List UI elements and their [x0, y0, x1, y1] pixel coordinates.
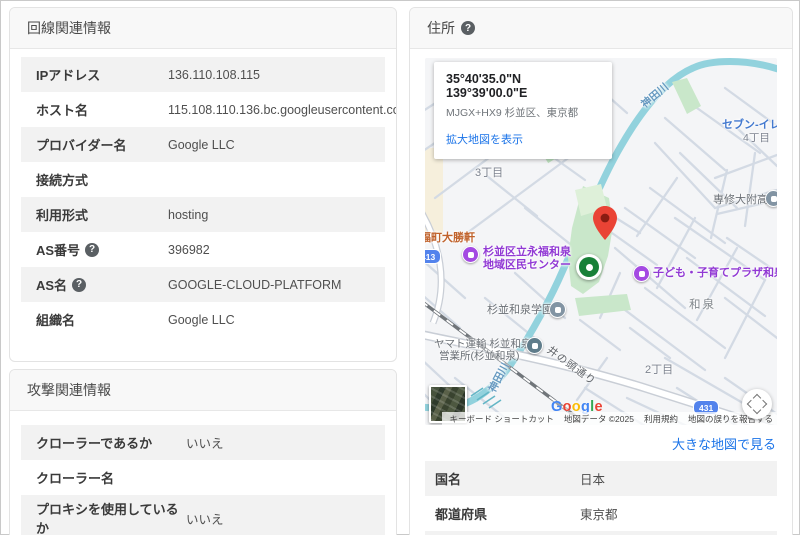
red-map-pin[interactable] [593, 206, 617, 240]
attack-info-title: 攻撃関連情報 [27, 382, 111, 398]
map-data-text: 地図データ ©2025 [563, 413, 634, 424]
address-table: 国名 日本 都道府県 東京都 [425, 461, 777, 535]
map-pan-control[interactable] [742, 389, 772, 419]
row-label: 組織名 [36, 313, 76, 328]
map-label-taishoken: 永福町大勝軒 [425, 232, 475, 244]
yamato-poi-icon[interactable] [526, 337, 543, 354]
table-row: 都道府県 東京都 [425, 496, 777, 531]
table-row: クローラーであるか いいえ [21, 425, 385, 460]
table-row: 接続方式 [21, 162, 385, 197]
school-poi-icon[interactable] [765, 190, 777, 207]
civic-center-poi-icon[interactable] [462, 246, 479, 263]
table-row: 国名 日本 [425, 461, 777, 496]
table-row: 組織名 Google LLC [21, 302, 385, 337]
row-value: GOOGLE-CLOUD-PLATFORM [168, 277, 342, 292]
row-value: Google LLC [168, 312, 235, 327]
green-park-marker[interactable] [576, 254, 602, 280]
map-label-civic-center-1: 杉並区立永福和泉 [483, 246, 571, 258]
address-card: 住所 ? 神田川 セブン-イ 4丁目 3丁目 専修大附高 町大勝軒 杉並区立永福… [409, 7, 793, 535]
keyboard-shortcuts-link[interactable]: キーボード ショートカット [450, 413, 554, 425]
right-column: 住所 ? 神田川 セブン-イ 4丁目 3丁目 専修大附高 町大勝軒 杉並区立永福… [409, 7, 793, 535]
row-value: 115.108.110.136.bc.googleusercontent.com [168, 102, 397, 117]
map-label-yamato-2: 営業所(杉並和泉) [439, 350, 520, 362]
map-label-2chome: 2丁目 [645, 364, 674, 376]
plus-code-text: MJGX+HX9 杉並区、東京都 [446, 107, 579, 119]
map-label-izumi-gakuen: 杉並和泉学園 [487, 304, 553, 316]
line-info-card: 回線関連情報 IPアドレス 136.110.108.115 ホスト名 115.1… [9, 7, 397, 362]
view-larger-map-link[interactable]: 大きな地図で見る [426, 434, 776, 453]
attack-info-body: クローラーであるか いいえ クローラー名 プロキシを使用しているか いいえ [10, 411, 396, 535]
row-label: IPアドレス [36, 68, 101, 83]
line-info-body: IPアドレス 136.110.108.115 ホスト名 115.108.110.… [10, 49, 396, 361]
line-info-title: 回線関連情報 [27, 20, 111, 36]
row-value: 136.110.108.115 [168, 67, 260, 82]
table-row: IPアドレス 136.110.108.115 [21, 57, 385, 92]
row-label: クローラー名 [36, 471, 115, 486]
table-row [425, 531, 777, 535]
pan-down-icon[interactable] [752, 405, 762, 415]
address-title: 住所 [427, 20, 455, 36]
row-label: 利用形式 [36, 208, 89, 223]
terms-link[interactable]: 利用規約 [644, 413, 678, 425]
row-value: いいえ [186, 437, 224, 451]
table-row: プロバイダー名 Google LLC [21, 127, 385, 162]
row-value: いいえ [186, 512, 224, 527]
map-label-yamato-1: ヤマト運輸 杉並和泉 [434, 338, 532, 350]
row-label: クローラーであるか [36, 436, 153, 451]
map-label-senshu-high: 専修大附高 [713, 194, 768, 206]
help-icon[interactable]: ? [461, 21, 475, 35]
row-label: ホスト名 [36, 103, 89, 118]
row-label: 接続方式 [36, 173, 89, 188]
pan-right-icon[interactable] [758, 399, 768, 409]
table-row: AS番号 ? 396982 [21, 232, 385, 267]
address-body: 神田川 セブン-イレブン 4丁目 3丁目 専修大附高 永福町大勝軒 杉並区立永福… [410, 49, 792, 535]
attack-info-card: 攻撃関連情報 クローラーであるか いいえ クローラー名 プロキシを使用しているか… [9, 369, 397, 535]
school-poi-icon[interactable] [549, 301, 566, 318]
google-map-embed[interactable]: 神田川 セブン-イレブン 4丁目 3丁目 専修大附高 永福町大勝軒 杉並区立永福… [425, 58, 777, 425]
row-value: Google LLC [168, 137, 235, 152]
row-label-text: AS名 [36, 278, 68, 293]
table-row: AS名 ? GOOGLE-CLOUD-PLATFORM [21, 267, 385, 302]
map-label-3chome: 3丁目 [475, 167, 504, 179]
row-label-text: AS番号 [36, 243, 81, 258]
table-row: ホスト名 115.108.110.136.bc.googleuserconten… [21, 92, 396, 127]
page: 回線関連情報 IPアドレス 136.110.108.115 ホスト名 115.1… [1, 1, 799, 535]
row-value: 日本 [580, 473, 606, 487]
table-row: クローラー名 [21, 460, 385, 495]
map-label-kodomo-plaza: 子ども・子育てプラザ和泉 [653, 267, 777, 279]
row-label: 都道府県 [435, 507, 488, 522]
line-info-header: 回線関連情報 [10, 8, 396, 49]
row-label: AS番号 ? [36, 240, 168, 259]
help-icon[interactable]: ? [85, 242, 100, 257]
left-column: 回線関連情報 IPアドレス 136.110.108.115 ホスト名 115.1… [9, 7, 397, 535]
row-value: 396982 [168, 242, 210, 257]
row-label: プロバイダー名 [36, 138, 127, 153]
enlarge-map-link[interactable]: 拡大地図を表示 [446, 131, 523, 147]
map-label-4chome: 4丁目 [743, 132, 770, 144]
map-label-civic-center-2: 地域区民センター [483, 259, 571, 271]
map-label-izumi: 和泉 [689, 299, 716, 311]
coordinates-text: 35°40'35.0"N 139°39'00.0"E [446, 72, 528, 100]
attack-info-header: 攻撃関連情報 [10, 370, 396, 411]
row-value: hosting [168, 207, 209, 222]
help-icon[interactable]: ? [72, 277, 87, 292]
row-label: 国名 [435, 472, 462, 487]
address-header: 住所 ? [410, 8, 792, 49]
kodomo-plaza-poi-icon[interactable] [633, 265, 650, 282]
map-info-card: 35°40'35.0"N 139°39'00.0"E MJGX+HX9 杉並区、… [434, 62, 612, 159]
route-413-shield: 413 [425, 249, 442, 264]
row-label: プロキシを使用しているか [36, 502, 179, 535]
table-row: プロキシを使用しているか いいえ [21, 495, 385, 535]
row-label: AS名 ? [36, 275, 168, 294]
row-value: 東京都 [580, 508, 618, 522]
map-attribution-bar: キーボード ショートカット 地図データ ©2025 利用規約 地図の誤りを報告す… [441, 412, 777, 425]
table-row: 利用形式 hosting [21, 197, 385, 232]
